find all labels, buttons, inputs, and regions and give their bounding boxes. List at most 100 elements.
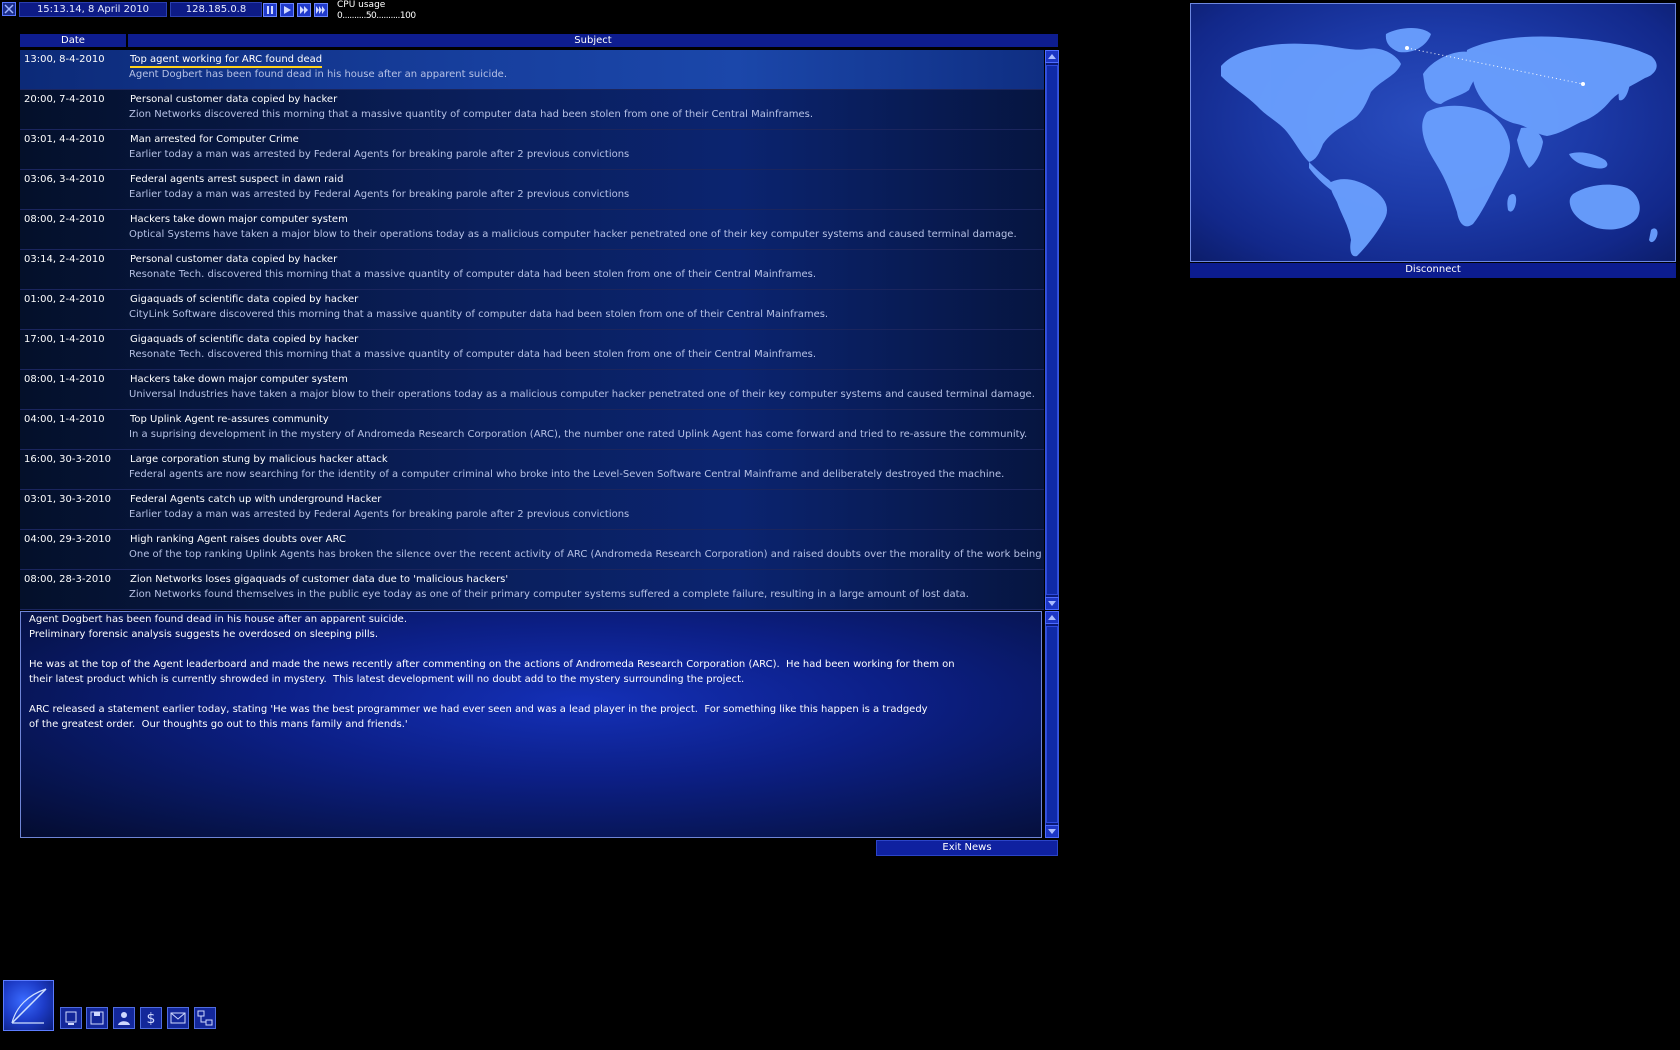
news-title[interactable]: Hackers take down major computer system bbox=[130, 214, 348, 225]
news-date: 20:00, 7-4-2010 bbox=[24, 94, 105, 105]
play-button[interactable] bbox=[280, 3, 294, 17]
news-date: 04:00, 29-3-2010 bbox=[24, 534, 111, 545]
news-title[interactable]: Personal customer data copied by hacker bbox=[130, 254, 337, 265]
news-summary: Universal Industries have taken a major … bbox=[129, 389, 1035, 400]
arrow-up-icon bbox=[1048, 615, 1056, 620]
fastest-icon bbox=[316, 6, 325, 14]
fast-forward-icon bbox=[300, 6, 308, 14]
pause-button[interactable] bbox=[263, 3, 277, 17]
detail-line: of the greatest order. Our thoughts go o… bbox=[29, 719, 408, 730]
news-summary: One of the top ranking Uplink Agents has… bbox=[129, 549, 1044, 560]
tray-computer-button[interactable] bbox=[60, 1007, 82, 1029]
news-title[interactable]: Large corporation stung by malicious hac… bbox=[130, 454, 388, 465]
fastest-button[interactable] bbox=[314, 3, 328, 17]
column-header-subject[interactable]: Subject bbox=[128, 34, 1058, 47]
detail-line: He was at the top of the Agent leaderboa… bbox=[29, 659, 955, 670]
uplink-logo-icon bbox=[11, 988, 47, 1024]
news-title[interactable]: High ranking Agent raises doubts over AR… bbox=[130, 534, 346, 545]
news-title[interactable]: Top agent working for ARC found dead bbox=[130, 54, 323, 68]
news-row[interactable]: 13:00, 8-4-2010 Top agent working for ARC… bbox=[20, 50, 1044, 90]
news-date: 08:00, 1-4-2010 bbox=[24, 374, 105, 385]
news-date: 16:00, 30-3-2010 bbox=[24, 454, 111, 465]
news-row[interactable]: 04:00, 29-3-2010 High ranking Agent raise… bbox=[20, 530, 1044, 570]
news-summary: Resonate Tech. discovered this morning t… bbox=[129, 269, 817, 280]
news-summary: CityLink Software discovered this mornin… bbox=[129, 309, 829, 320]
tray-finance-button[interactable]: $ bbox=[140, 1007, 162, 1029]
news-date: 03:01, 30-3-2010 bbox=[24, 494, 111, 505]
scroll-thumb[interactable] bbox=[1046, 65, 1058, 595]
mail-icon bbox=[170, 1012, 186, 1024]
detail-scroll-up-button[interactable] bbox=[1045, 611, 1059, 624]
tray-agent-button[interactable] bbox=[113, 1007, 135, 1029]
world-map[interactable] bbox=[1190, 3, 1676, 262]
cpu-usage: CPU usage 0..........50..........100 bbox=[337, 0, 416, 22]
news-row[interactable]: 08:00, 28-3-2010 Zion Networks loses giga… bbox=[20, 570, 1044, 610]
detail-line: their latest product which is currently … bbox=[29, 674, 745, 685]
news-date: 13:00, 8-4-2010 bbox=[24, 54, 105, 65]
fast-forward-button[interactable] bbox=[297, 3, 311, 17]
news-row[interactable]: 08:00, 1-4-2010 Hackers take down major c… bbox=[20, 370, 1044, 410]
uplink-logo-button[interactable] bbox=[3, 980, 54, 1031]
news-summary: Earlier today a man was arrested by Fede… bbox=[129, 189, 630, 200]
disk-icon bbox=[90, 1011, 104, 1025]
news-row[interactable]: 03:14, 2-4-2010 Personal customer data co… bbox=[20, 250, 1044, 290]
news-summary: In a suprising development in the myster… bbox=[129, 429, 1028, 440]
news-list-scrollbar[interactable] bbox=[1045, 50, 1059, 610]
cpu-usage-label: CPU usage bbox=[337, 0, 386, 10]
detail-scroll-thumb[interactable] bbox=[1046, 626, 1058, 823]
column-header-date[interactable]: Date bbox=[20, 34, 126, 47]
news-date: 04:00, 1-4-2010 bbox=[24, 414, 105, 425]
ip-address: 128.185.0.8 bbox=[170, 2, 262, 17]
pause-icon bbox=[267, 6, 273, 14]
tray-mail-button[interactable] bbox=[167, 1007, 189, 1029]
news-date: 03:14, 2-4-2010 bbox=[24, 254, 105, 265]
scroll-down-button[interactable] bbox=[1045, 597, 1059, 610]
detail-line: Preliminary forensic analysis suggests h… bbox=[29, 629, 379, 640]
tray-disk-button[interactable] bbox=[86, 1007, 108, 1029]
arrow-up-icon bbox=[1048, 54, 1056, 59]
news-title[interactable]: Top Uplink Agent re-assures community bbox=[130, 414, 329, 425]
news-date: 01:00, 2-4-2010 bbox=[24, 294, 105, 305]
news-summary: Earlier today a man was arrested by Fede… bbox=[129, 509, 630, 520]
news-row[interactable]: 16:00, 30-3-2010 Large corporation stung … bbox=[20, 450, 1044, 490]
news-row[interactable]: 08:00, 2-4-2010 Hackers take down major c… bbox=[20, 210, 1044, 250]
finance-icon: $ bbox=[147, 1011, 156, 1027]
disconnect-button[interactable]: Disconnect bbox=[1190, 263, 1676, 278]
arrow-down-icon bbox=[1048, 601, 1056, 606]
detail-line: Agent Dogbert has been found dead in his… bbox=[29, 614, 408, 625]
news-summary: Zion Networks discovered this morning th… bbox=[129, 109, 813, 120]
world-map-graphic bbox=[1221, 28, 1658, 257]
cpu-usage-scale: 0..........50..........100 bbox=[337, 11, 416, 21]
detail-scroll-down-button[interactable] bbox=[1045, 825, 1059, 838]
svg-text:$: $ bbox=[147, 1011, 156, 1027]
news-title[interactable]: Personal customer data copied by hacker bbox=[130, 94, 337, 105]
tray-network-button[interactable] bbox=[194, 1007, 216, 1029]
news-row[interactable]: 03:01, 30-3-2010 Federal Agents catch up … bbox=[20, 490, 1044, 530]
close-icon bbox=[4, 4, 14, 14]
news-row[interactable]: 03:01, 4-4-2010 Man arrested for Computer… bbox=[20, 130, 1044, 170]
game-clock: 15:13.14, 8 April 2010 bbox=[19, 2, 167, 17]
news-row[interactable]: 04:00, 1-4-2010 Top Uplink Agent re-assur… bbox=[20, 410, 1044, 450]
news-title[interactable]: Gigaquads of scientific data copied by h… bbox=[130, 294, 358, 305]
news-title[interactable]: Hackers take down major computer system bbox=[130, 374, 348, 385]
news-row[interactable]: 01:00, 2-4-2010 Gigaquads of scientific d… bbox=[20, 290, 1044, 330]
arrow-down-icon bbox=[1048, 829, 1056, 834]
news-row[interactable]: 17:00, 1-4-2010 Gigaquads of scientific d… bbox=[20, 330, 1044, 370]
detail-scrollbar[interactable] bbox=[1045, 611, 1059, 838]
news-title[interactable]: Federal agents arrest suspect in dawn ra… bbox=[130, 174, 343, 185]
news-title[interactable]: Man arrested for Computer Crime bbox=[130, 134, 299, 145]
scroll-up-button[interactable] bbox=[1045, 50, 1059, 63]
exit-news-button[interactable]: Exit News bbox=[876, 840, 1058, 856]
news-title[interactable]: Gigaquads of scientific data copied by h… bbox=[130, 334, 358, 345]
news-row[interactable]: 03:06, 3-4-2010 Federal agents arrest sus… bbox=[20, 170, 1044, 210]
news-row[interactable]: 20:00, 7-4-2010 Personal customer data co… bbox=[20, 90, 1044, 130]
network-icon bbox=[197, 1010, 213, 1026]
agent-icon bbox=[118, 1012, 130, 1025]
exit-game-button[interactable] bbox=[2, 2, 16, 16]
news-date: 03:01, 4-4-2010 bbox=[24, 134, 105, 145]
news-title[interactable]: Federal Agents catch up with underground… bbox=[130, 494, 381, 505]
news-summary: Agent Dogbert has been found dead in his… bbox=[129, 69, 508, 80]
play-icon bbox=[284, 6, 291, 14]
news-title[interactable]: Zion Networks loses gigaquads of custome… bbox=[130, 574, 508, 585]
news-summary: Earlier today a man was arrested by Fede… bbox=[129, 149, 630, 160]
